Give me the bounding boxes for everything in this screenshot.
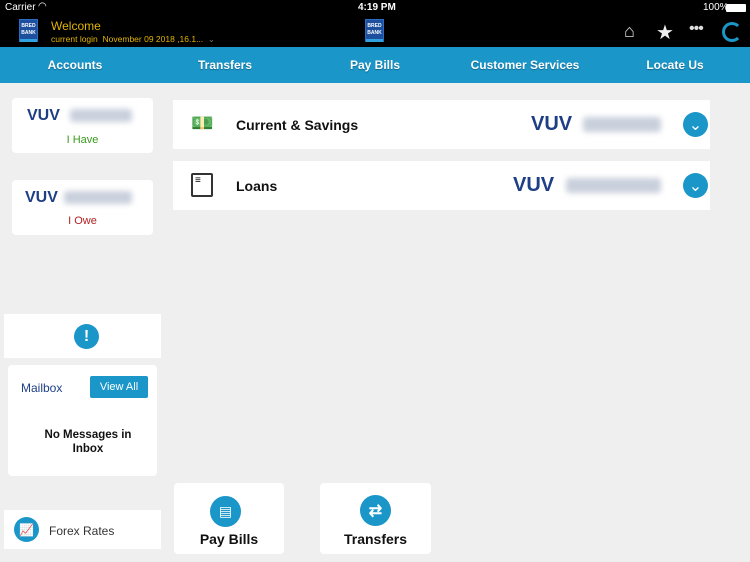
alert-icon[interactable]: ! [74,324,99,349]
i-owe-card[interactable]: VUV I Owe [12,180,153,235]
tile-label: Pay Bills [199,531,259,547]
account-amount-hidden [583,117,661,132]
carrier: Carrier [5,2,36,13]
mailbox-title: Mailbox [21,381,63,395]
account-row-current-savings[interactable]: 💵 Current & Savings VUV ⌄ [173,100,710,149]
bred-logo: BRED BANK [19,19,38,42]
home-icon[interactable]: ⌂ [624,21,635,42]
chevron-down-icon[interactable]: ⌄ [683,112,708,137]
mailbox-panel: Mailbox View All No Messages in Inbox [8,365,157,476]
mailbox-empty-message: No Messages in Inbox [44,429,132,455]
chevron-down-icon: ⌄ [205,34,216,44]
forex-rates-button[interactable]: 📈 Forex Rates [4,510,161,549]
star-icon[interactable]: ★ [656,20,674,45]
nav-transfers[interactable]: Transfers [150,47,300,83]
view-all-button[interactable]: View All [90,376,148,398]
tile-label: Transfers [343,531,408,547]
login-label: current login [51,34,98,44]
welcome-text: Welcome [51,19,101,33]
battery-text: 100% [703,2,729,13]
logout-icon[interactable] [722,22,742,42]
have-label: I Have [66,134,99,146]
nav-locate-us[interactable]: Locate Us [600,47,750,83]
main-nav: Accounts Transfers Pay Bills Customer Se… [0,47,750,83]
clock: 4:19 PM [358,2,396,13]
pay-bills-icon: ▤ [210,496,241,527]
login-value: November 09 2018 ,16.1... [102,34,204,44]
money-icon: 💵 [191,113,214,133]
document-icon: ≡ [191,173,213,197]
account-amount-hidden [566,178,661,193]
more-icon[interactable]: ••• [689,20,704,38]
pay-bills-tile[interactable]: ▤ Pay Bills [174,483,284,554]
account-currency: VUV [513,174,555,196]
wifi-icon: ◠ [38,1,47,12]
owe-amount-hidden [64,191,132,204]
nav-pay-bills[interactable]: Pay Bills [300,47,450,83]
battery-icon [726,4,746,12]
forex-label: Forex Rates [49,524,115,538]
owe-label: I Owe [68,215,97,227]
account-name: Loans [236,178,278,194]
login-info[interactable]: current login November 09 2018 ,16.1... … [51,34,215,45]
alert-panel: ! [4,314,161,358]
nav-customer-services[interactable]: Customer Services [450,47,600,83]
i-have-card[interactable]: VUV I Have [12,98,153,153]
have-amount-hidden [70,109,132,122]
app-header: BRED BANK Welcome current login November … [0,16,750,47]
chevron-down-icon[interactable]: ⌄ [683,173,708,198]
chart-icon: 📈 [14,517,39,542]
transfers-tile[interactable]: ⇄ Transfers [320,483,431,554]
account-currency: VUV [531,113,573,135]
have-currency: VUV [27,107,60,124]
owe-currency: VUV [25,189,58,206]
account-row-loans[interactable]: ≡ Loans VUV ⌄ [173,161,710,210]
account-name: Current & Savings [236,117,359,133]
nav-accounts[interactable]: Accounts [0,47,150,83]
status-bar: Carrier ◠ 4:19 PM 100% [0,0,750,16]
transfer-arrows-icon: ⇄ [360,495,391,526]
bred-logo-center: BRED BANK [365,19,384,42]
